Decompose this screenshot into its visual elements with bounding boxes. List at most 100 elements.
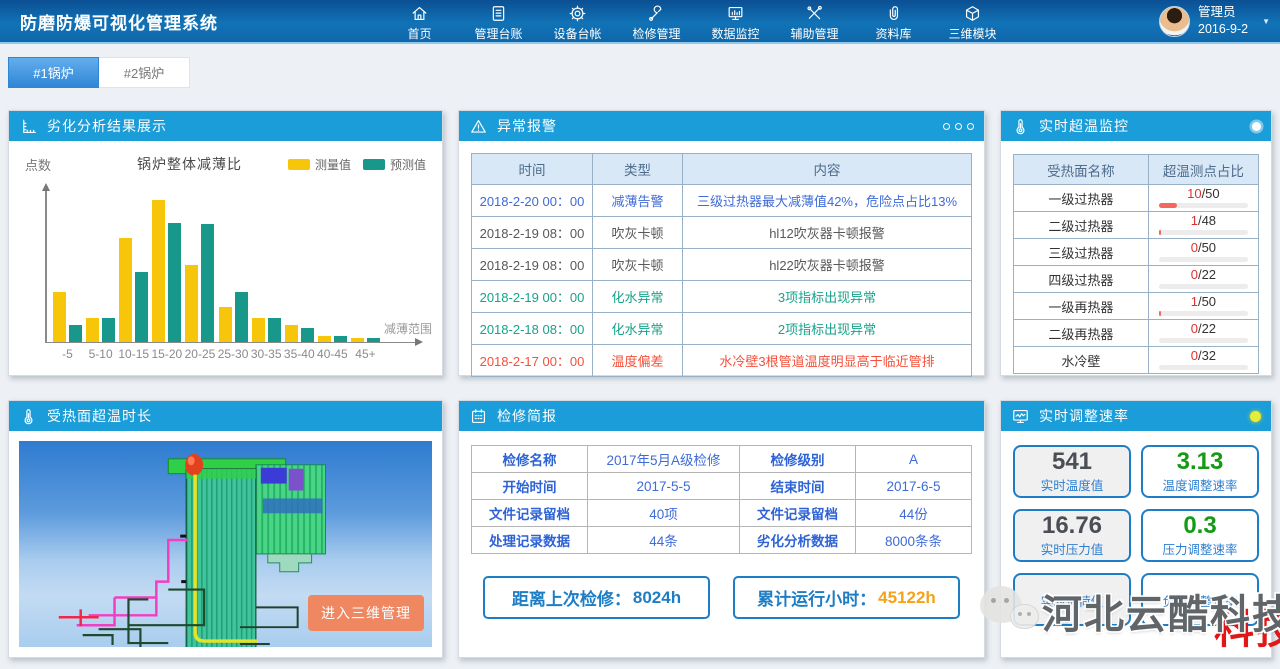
ruler-icon	[19, 117, 38, 136]
tools-icon	[804, 4, 825, 23]
panel-menu-dots[interactable]	[943, 123, 974, 130]
chevron-down-icon[interactable]: ▼	[1262, 17, 1270, 26]
overtemp-row: 二级过热器 1/48	[1014, 212, 1259, 239]
nav-item-equipment[interactable]: 设备台帐	[538, 1, 617, 42]
progress-fill	[1159, 230, 1161, 235]
user-date: 2016-9-2	[1198, 21, 1248, 39]
x-tick-label: 20-25	[185, 347, 216, 361]
surface-name: 一级再热器	[1014, 293, 1149, 320]
user-name: 管理员	[1198, 4, 1248, 22]
panel-title: 检修简报	[497, 406, 557, 426]
panel-title: 实时调整速率	[1039, 406, 1129, 426]
surface-name: 二级再热器	[1014, 320, 1149, 347]
metric-value: 0.3	[1183, 513, 1216, 538]
ledger-icon	[488, 4, 509, 23]
bar-group: 25-30	[219, 292, 248, 342]
x-tick-label: 45+	[355, 347, 375, 361]
metric-card: 16.76实时压力值	[1013, 509, 1131, 562]
repair-row: 检修名称2017年5月A级检修检修级别A	[472, 446, 972, 473]
alarm-rows: 2018-2-20 00：00减薄告警三级过热器最大减薄值42%，危险点占比13…	[472, 185, 972, 377]
bar-group: 30-35	[252, 318, 281, 342]
nav-items: 首页管理台账设备台帐检修管理数据监控辅助管理资料库三维模块	[380, 1, 1012, 42]
bar	[69, 325, 82, 342]
tab-boiler1[interactable]: #1锅炉	[8, 57, 99, 88]
bar-group: 10-15	[119, 238, 148, 342]
bar-group: 35-40	[285, 325, 314, 342]
progress-track	[1159, 203, 1248, 208]
bar-group: -5	[53, 292, 82, 342]
repair-rows: 检修名称2017年5月A级检修检修级别A开始时间2017-5-5结束时间2017…	[472, 446, 972, 554]
panel-overtemp: 实时超温监控 受热面名称超温测点占比 一级过热器 10/50 二级过热器 1/4…	[1000, 110, 1272, 376]
progress-track	[1159, 365, 1248, 370]
bar	[119, 238, 132, 342]
y-axis	[45, 186, 47, 343]
bar-group: 45+	[351, 338, 380, 342]
panel-3d-duration: 受热面超温时长	[8, 400, 443, 658]
x-tick-label: -5	[62, 347, 73, 361]
alarm-table: 时间类型内容 2018-2-20 00：00减薄告警三级过热器最大减薄值42%，…	[471, 153, 972, 377]
tab-boiler2[interactable]: #2锅炉	[99, 57, 190, 88]
surface-name: 一级过热器	[1014, 185, 1149, 212]
progress-track	[1159, 311, 1248, 316]
x-tick-label: 25-30	[218, 347, 249, 361]
enter-3d-button[interactable]: 进入三维管理	[308, 595, 424, 631]
nav-item-model3d[interactable]: 三维模块	[933, 1, 1012, 42]
legend-item: 测量值	[288, 156, 351, 173]
nav-item-ledger[interactable]: 管理台账	[459, 1, 538, 42]
panel-adjust-rate: 实时调整速率 541实时温度值3.13温度调整速率16.76实时压力值 0.3压力…	[1000, 400, 1272, 658]
bar	[285, 325, 298, 342]
bar-group: 40-45	[318, 336, 347, 342]
overtemp-ratio: 10/50	[1159, 187, 1248, 201]
metric-card: 实时负荷值	[1013, 573, 1131, 626]
nav-item-monitor[interactable]: 数据监控	[696, 1, 775, 42]
bar	[367, 338, 380, 342]
cube-icon	[962, 4, 983, 23]
gear-icon	[567, 4, 588, 23]
alarm-row: 2018-2-17 00：00温度偏差水冷壁3根管道温度明显高于临近管排	[472, 345, 972, 377]
chart-ylabel: 点数	[25, 155, 51, 174]
metric-value: 3.13	[1177, 449, 1224, 474]
user-block[interactable]: 管理员 2016-9-2 ▼	[1159, 4, 1270, 39]
bar	[219, 307, 232, 343]
bar	[168, 223, 181, 342]
nav-item-assist[interactable]: 辅助管理	[775, 1, 854, 42]
overtemp-ratio: 1/48	[1159, 214, 1248, 228]
nav-item-repair[interactable]: 检修管理	[617, 1, 696, 42]
surface-name: 水冷壁	[1014, 347, 1149, 374]
thermometer-icon	[19, 407, 38, 426]
metric-label: 实时温度值	[1041, 475, 1104, 494]
bar	[301, 328, 314, 342]
bar	[53, 292, 66, 342]
summary-box: 距离上次检修：8024h	[483, 576, 710, 619]
bar	[268, 318, 281, 342]
progress-track	[1159, 230, 1248, 235]
repair-table: 检修名称2017年5月A级检修检修级别A开始时间2017-5-5结束时间2017…	[471, 445, 972, 554]
overtemp-ratio: 0/22	[1159, 322, 1248, 336]
app-title: 防磨防爆可视化管理系统	[20, 9, 380, 34]
nav-item-library[interactable]: 资料库	[854, 1, 933, 42]
alarm-row: 2018-2-19 08：00吹灰卡顿hl12吹灰器卡顿报警	[472, 217, 972, 249]
overtemp-ratio: 0/50	[1159, 241, 1248, 255]
metric-card: 3.13温度调整速率	[1141, 445, 1259, 498]
progress-track	[1159, 257, 1248, 262]
nav-item-home[interactable]: 首页	[380, 1, 459, 42]
bar	[185, 265, 198, 342]
surface-name: 三级过热器	[1014, 239, 1149, 266]
metric-label: 压力调整速率	[1162, 539, 1237, 558]
overtemp-row: 水冷壁 0/32	[1014, 347, 1259, 374]
bar-group: 20-25	[185, 224, 214, 342]
x-tick-label: 5-10	[89, 347, 113, 361]
panel-repair-brief: 检修简报 检修名称2017年5月A级检修检修级别A开始时间2017-5-5结束时…	[458, 400, 985, 658]
live-indicator	[1252, 122, 1261, 131]
bar	[152, 200, 165, 342]
chart-xlabel: 减薄范围	[384, 320, 432, 337]
panel-alarm: 异常报警 时间类型内容 2018-2-20 00：00减薄告警三级过热器最大减薄…	[458, 110, 985, 376]
repair-row: 处理记录数据44条劣化分析数据8000条条	[472, 527, 972, 554]
alarm-header-row: 时间类型内容	[472, 154, 972, 185]
x-tick-label: 10-15	[118, 347, 149, 361]
repair-row: 开始时间2017-5-5结束时间2017-6-5	[472, 473, 972, 500]
metric-label: 负荷调整速率	[1162, 591, 1237, 610]
avatar	[1159, 6, 1190, 37]
metric-card: 541实时温度值	[1013, 445, 1131, 498]
thermometer-icon	[1011, 117, 1030, 136]
